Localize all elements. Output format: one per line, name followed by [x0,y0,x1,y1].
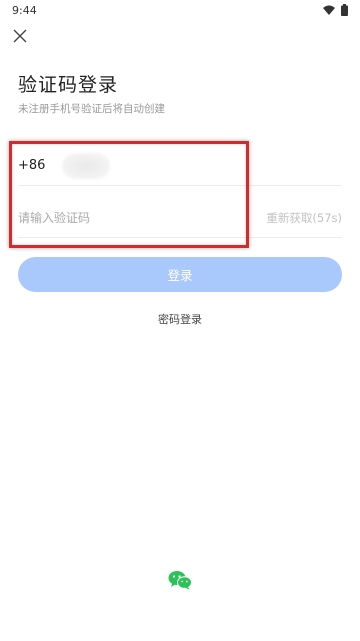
verification-code-field: 重新获取(57s) [18,198,342,238]
page-title: 验证码登录 [18,74,119,96]
phone-field[interactable]: +86 [18,146,342,186]
password-login-link[interactable]: 密码登录 [0,311,360,327]
phone-number-redacted [62,152,110,179]
wechat-login-button[interactable] [167,569,193,591]
status-time: 9:44 [12,3,37,17]
page-subtitle: 未注册手机号验证后将自动创建 [18,103,165,115]
verification-code-input[interactable] [18,210,218,225]
resend-code-button[interactable]: 重新获取(57s) [266,210,342,226]
login-page: 9:44 验证码登录 未注册手机号验证后将自动创建 +86 重新获取(57s) … [0,0,360,641]
close-button[interactable] [10,26,30,46]
wechat-icon [168,571,192,590]
close-icon [13,29,27,43]
login-button[interactable]: 登录 [18,257,342,292]
country-code[interactable]: +86 [18,158,62,173]
battery-icon [341,4,348,16]
status-icons [323,4,348,16]
status-bar: 9:44 [0,0,360,20]
wifi-icon [323,5,335,15]
